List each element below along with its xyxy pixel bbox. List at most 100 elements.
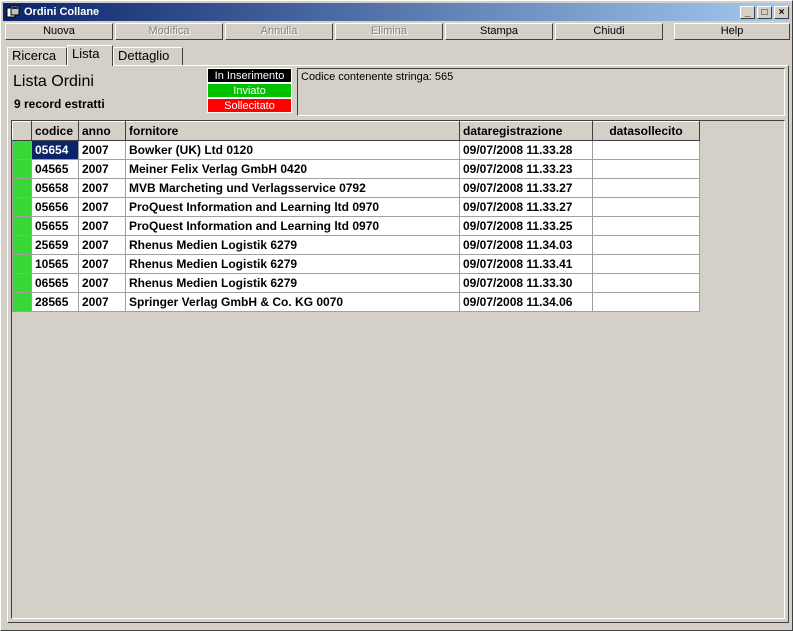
- cell-codice[interactable]: 05658: [31, 178, 79, 198]
- cell-anno[interactable]: 2007: [78, 216, 126, 236]
- cell-dataregistrazione[interactable]: 09/07/2008 11.33.28: [459, 140, 593, 160]
- stampa-label: Stampa: [480, 25, 518, 37]
- cell-dataregistrazione[interactable]: 09/07/2008 11.33.27: [459, 197, 593, 217]
- cell-fornitore[interactable]: ProQuest Information and Learning ltd 09…: [125, 216, 460, 236]
- table-row[interactable]: 05658 2007 MVB Marcheting und Verlagsservi…: [12, 178, 700, 198]
- table-row[interactable]: 25659 2007 Rhenus Medien Logistik 6279 09/0…: [12, 235, 700, 255]
- table-row[interactable]: 05656 2007 ProQuest Information and Learni…: [12, 197, 700, 217]
- record-count: 9 record estratti: [14, 97, 105, 111]
- cell-datasollecito[interactable]: [592, 197, 700, 217]
- cell-anno[interactable]: 2007: [78, 235, 126, 255]
- help-button[interactable]: Help: [674, 23, 790, 40]
- legend-in-inserimento: In Inserimento: [207, 68, 292, 83]
- minimize-button[interactable]: _: [740, 6, 755, 19]
- cell-datasollecito[interactable]: [592, 178, 700, 198]
- cell-anno[interactable]: 2007: [78, 254, 126, 274]
- cell-datasollecito[interactable]: [592, 254, 700, 274]
- row-status-indicator[interactable]: [12, 254, 32, 274]
- column-header-anno[interactable]: anno: [78, 121, 126, 141]
- table-header-row: codice anno fornitore dataregistrazione …: [12, 121, 700, 141]
- row-status-indicator[interactable]: [12, 178, 32, 198]
- cell-codice[interactable]: 25659: [31, 235, 79, 255]
- tab-lista[interactable]: Lista: [67, 45, 113, 66]
- cell-dataregistrazione[interactable]: 09/07/2008 11.33.27: [459, 178, 593, 198]
- cell-dataregistrazione[interactable]: 09/07/2008 11.33.30: [459, 273, 593, 293]
- close-button[interactable]: ×: [774, 6, 789, 19]
- cell-codice[interactable]: 04565: [31, 159, 79, 179]
- tab-dettaglio-label: Dettaglio: [118, 48, 170, 63]
- cell-anno[interactable]: 2007: [78, 292, 126, 312]
- cell-dataregistrazione[interactable]: 09/07/2008 11.33.25: [459, 216, 593, 236]
- nuova-button[interactable]: Nuova: [5, 23, 113, 40]
- close-icon: ×: [778, 7, 785, 18]
- filter-description: Codice contenente stringa: 565: [297, 68, 785, 116]
- legend-sollecitato: Sollecitato: [207, 98, 292, 113]
- cell-dataregistrazione[interactable]: 09/07/2008 11.34.03: [459, 235, 593, 255]
- column-header-datasollecito[interactable]: datasollecito: [592, 121, 700, 141]
- orders-grid[interactable]: codice anno fornitore dataregistrazione …: [11, 120, 785, 619]
- cell-codice[interactable]: 05655: [31, 216, 79, 236]
- cell-fornitore[interactable]: Meiner Felix Verlag GmbH 0420: [125, 159, 460, 179]
- cell-anno[interactable]: 2007: [78, 178, 126, 198]
- cell-fornitore[interactable]: Rhenus Medien Logistik 6279: [125, 235, 460, 255]
- cell-datasollecito[interactable]: [592, 140, 700, 160]
- elimina-button[interactable]: Elimina: [335, 23, 443, 40]
- cell-datasollecito[interactable]: [592, 292, 700, 312]
- tab-ricerca[interactable]: Ricerca: [7, 47, 67, 65]
- cell-datasollecito[interactable]: [592, 159, 700, 179]
- cell-datasollecito[interactable]: [592, 235, 700, 255]
- chiudi-button[interactable]: Chiudi: [555, 23, 663, 40]
- title-bar[interactable]: Ordini Collane _ □ ×: [3, 3, 790, 21]
- cell-fornitore[interactable]: Springer Verlag GmbH & Co. KG 0070: [125, 292, 460, 312]
- column-header-fornitore[interactable]: fornitore: [125, 121, 460, 141]
- table-row[interactable]: 28565 2007 Springer Verlag GmbH & Co. KG 0…: [12, 292, 700, 312]
- cell-anno[interactable]: 2007: [78, 159, 126, 179]
- cell-anno[interactable]: 2007: [78, 197, 126, 217]
- modifica-button[interactable]: Modifica: [115, 23, 223, 40]
- app-icon: [6, 5, 20, 18]
- column-header-dataregistrazione[interactable]: dataregistrazione: [459, 121, 593, 141]
- table-row[interactable]: 10565 2007 Rhenus Medien Logistik 6279 09/0…: [12, 254, 700, 274]
- cell-codice[interactable]: 06565: [31, 273, 79, 293]
- annulla-button[interactable]: Annulla: [225, 23, 333, 40]
- cell-anno[interactable]: 2007: [78, 140, 126, 160]
- table-row[interactable]: 05654 2007 Bowker (UK) Ltd 0120 09/07/2008 …: [12, 140, 700, 160]
- page-title: Lista Ordini: [13, 73, 94, 90]
- cell-codice[interactable]: 10565: [31, 254, 79, 274]
- cell-fornitore[interactable]: Rhenus Medien Logistik 6279: [125, 254, 460, 274]
- tab-dettaglio[interactable]: Dettaglio: [113, 47, 183, 65]
- row-status-indicator[interactable]: [12, 216, 32, 236]
- cell-dataregistrazione[interactable]: 09/07/2008 11.33.23: [459, 159, 593, 179]
- cell-codice[interactable]: 05654: [31, 140, 79, 160]
- minimize-icon: _: [744, 7, 751, 18]
- cell-anno[interactable]: 2007: [78, 273, 126, 293]
- cell-fornitore[interactable]: MVB Marcheting und Verlagsservice 0792: [125, 178, 460, 198]
- cell-dataregistrazione[interactable]: 09/07/2008 11.33.41: [459, 254, 593, 274]
- maximize-icon: □: [761, 7, 768, 18]
- cell-datasollecito[interactable]: [592, 273, 700, 293]
- stampa-button[interactable]: Stampa: [445, 23, 553, 40]
- row-status-indicator[interactable]: [12, 235, 32, 255]
- column-header-codice[interactable]: codice: [31, 121, 79, 141]
- status-legend: In Inserimento Inviato Sollecitato: [207, 68, 292, 113]
- cell-fornitore[interactable]: Rhenus Medien Logistik 6279: [125, 273, 460, 293]
- indicator-header: [12, 121, 32, 141]
- row-status-indicator[interactable]: [12, 140, 32, 160]
- cell-fornitore[interactable]: Bowker (UK) Ltd 0120: [125, 140, 460, 160]
- maximize-button[interactable]: □: [757, 6, 772, 19]
- row-status-indicator[interactable]: [12, 197, 32, 217]
- cell-dataregistrazione[interactable]: 09/07/2008 11.34.06: [459, 292, 593, 312]
- chiudi-label: Chiudi: [593, 25, 625, 37]
- row-status-indicator[interactable]: [12, 292, 32, 312]
- table-row[interactable]: 06565 2007 Rhenus Medien Logistik 6279 09/0…: [12, 273, 700, 293]
- cell-codice[interactable]: 05656: [31, 197, 79, 217]
- tab-lista-label: Lista: [72, 46, 100, 61]
- table-row[interactable]: 05655 2007 ProQuest Information and Learni…: [12, 216, 700, 236]
- table-row[interactable]: 04565 2007 Meiner Felix Verlag GmbH 0420 09…: [12, 159, 700, 179]
- row-status-indicator[interactable]: [12, 273, 32, 293]
- toolbar: Nuova Modifica Annulla Elimina Stampa Ch…: [3, 23, 790, 41]
- cell-fornitore[interactable]: ProQuest Information and Learning ltd 09…: [125, 197, 460, 217]
- cell-codice[interactable]: 28565: [31, 292, 79, 312]
- row-status-indicator[interactable]: [12, 159, 32, 179]
- cell-datasollecito[interactable]: [592, 216, 700, 236]
